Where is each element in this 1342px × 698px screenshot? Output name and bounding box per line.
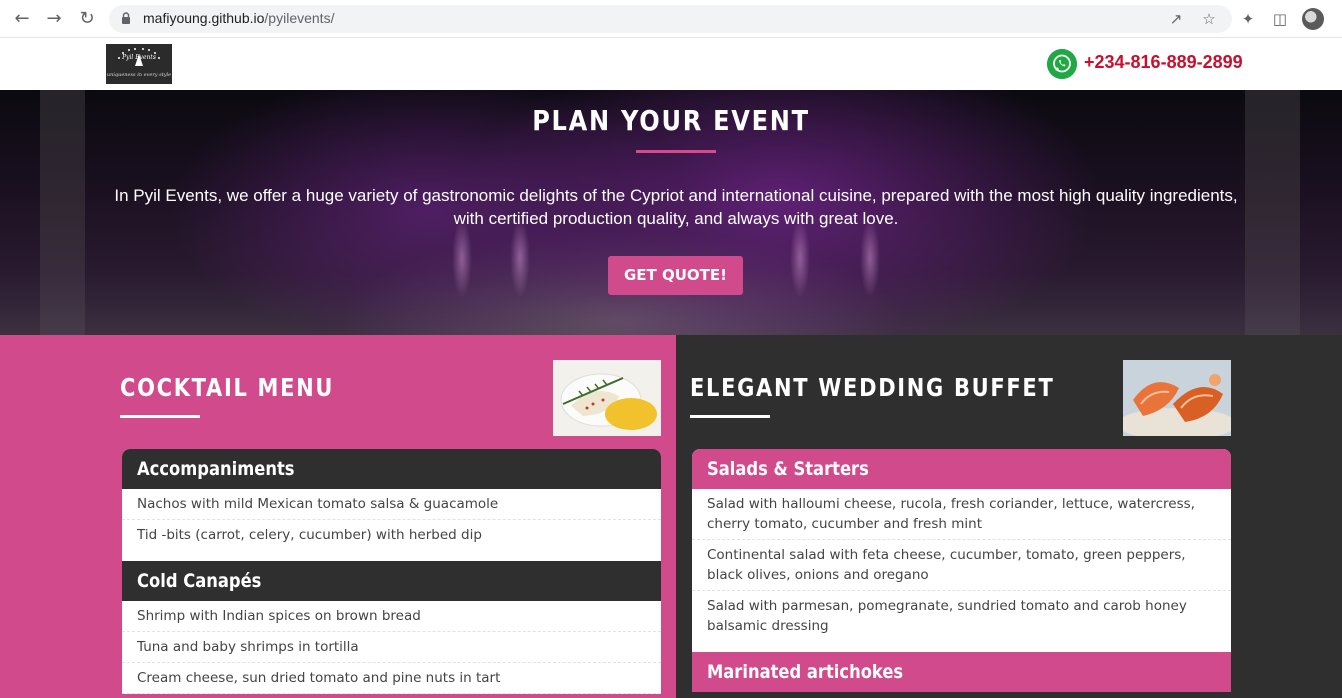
buffet-menu-card: Salads & Starters Salad with halloumi ch… [692,449,1231,692]
menu-item: Tid -bits (carrot, celery, cucumber) wit… [137,527,482,543]
logo-tagline: uniqueness in every style [106,72,172,78]
section-heading-text: Salads & Starters [707,458,869,480]
side-panel-icon[interactable]: ◫ [1270,9,1290,29]
section-heading: Marinated artichokes [692,652,1231,692]
address-bar[interactable]: mafiyoung.github.io/pyilevents/ ↗ ☆ [109,5,1232,33]
section-heading-text: Cold Canapés [137,570,262,592]
phone-number[interactable]: +234-816-889-2899 [1084,52,1243,73]
menu-item: Salad with parmesan, pomegranate, sundri… [707,598,1187,634]
share-icon[interactable]: ↗ [1166,9,1186,29]
url-text[interactable]: mafiyoung.github.io/pyilevents/ [143,10,334,26]
browser-toolbar: ← → ↻ mafiyoung.github.io/pyilevents/ ↗ … [0,0,1342,38]
hero-description: In Pyil Events, we offer a huge variety … [114,186,1238,228]
hero-bg-pillar [1245,90,1300,335]
hero-section: PLAN YOUR EVENT In Pyil Events, we offer… [0,90,1342,335]
reload-icon[interactable]: ↻ [77,9,97,29]
menu-item: Salad with halloumi cheese, rucola, fres… [692,489,1231,540]
forward-arrow-icon[interactable]: → [44,9,64,29]
fish-dish-image [553,360,661,436]
menu-item: Continental salad with feta cheese, cucu… [692,540,1231,591]
whatsapp-icon[interactable] [1047,49,1077,79]
menu-item: Nachos with mild Mexican tomato salsa & … [122,489,661,520]
section-heading: Salads & Starters [692,449,1231,489]
menu-item: Shrimp with Indian spices on brown bread [122,601,661,632]
menu-item: Tuna and baby shrimps in tortilla [122,632,661,663]
cocktail-menu-card: Accompaniments Nachos with mild Mexican … [122,449,661,694]
lock-icon [122,12,130,24]
back-arrow-icon[interactable]: ← [12,9,32,29]
section-heading-text: Marinated artichokes [707,661,904,683]
cocktail-title-underline [120,415,200,418]
site-logo[interactable]: Pyil Events uniqueness in every style [106,44,172,84]
url-host: mafiyoung.github.io [143,10,265,26]
url-path: /pyilevents/ [264,10,335,26]
cocktail-menu-title: COCKTAIL MENU [120,373,335,402]
get-quote-button[interactable]: GET QUOTE! [608,256,743,295]
section-heading: Cold Canapés [122,561,661,601]
hero-bg-pillar [40,90,85,335]
logo-name: Pyil Events [122,54,156,61]
section-heading: Accompaniments [122,449,661,489]
extensions-puzzle-icon[interactable]: ✦ [1238,9,1258,29]
hero-bg-light [510,218,530,298]
hero-bg-light [790,218,810,298]
shrimp-dish-image [1123,360,1231,436]
menu-item: Cream cheese, sun dried tomato and pine … [122,663,661,694]
wedding-buffet-section: ELEGANT WEDDING BUFFET Salads & Starters… [676,335,1342,698]
section-heading-text: Accompaniments [137,458,295,480]
site-header: Pyil Events uniqueness in every style +2… [0,38,1342,90]
hero-bg-light [452,218,472,298]
buffet-menu-title: ELEGANT WEDDING BUFFET [690,373,1055,402]
hero-bg-light [860,218,880,298]
cocktail-menu-section: COCKTAIL MENU Accompaniments Nachos with… [0,335,676,698]
profile-avatar[interactable] [1302,8,1324,30]
buffet-title-underline [690,415,770,418]
hero-title-underline [636,150,716,153]
hero-title: PLAN YOUR EVENT [532,104,810,137]
star-bookmark-icon[interactable]: ☆ [1199,9,1219,29]
